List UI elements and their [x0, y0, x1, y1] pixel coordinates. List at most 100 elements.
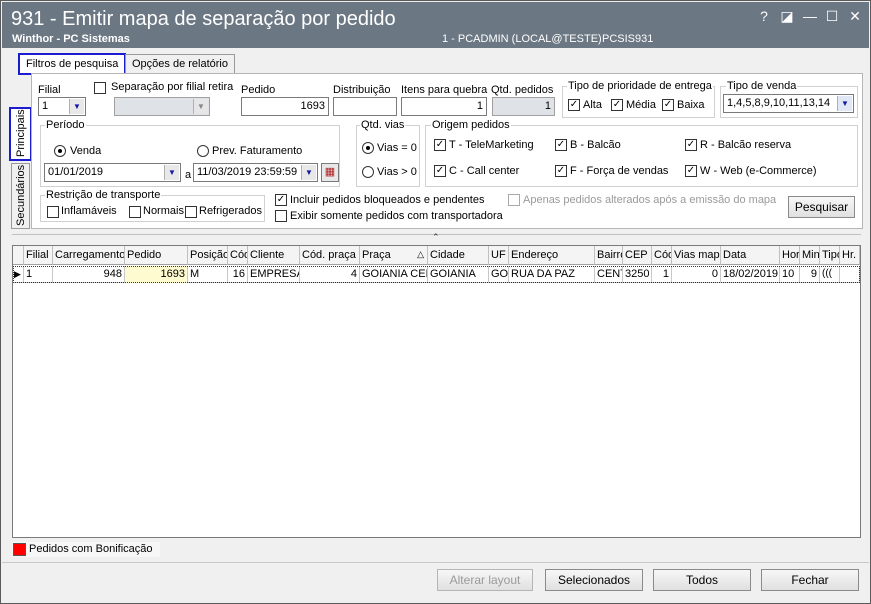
cell-cod-praca: 4 — [300, 266, 360, 283]
fechar-button[interactable]: Fechar — [761, 569, 859, 591]
origem-label: Origem pedidos — [431, 119, 511, 131]
side-tab-secundarios[interactable]: Secundários — [11, 163, 30, 229]
calendar-icon[interactable]: ▦ — [321, 163, 339, 182]
maximize-icon[interactable]: ☐ — [824, 8, 840, 24]
pedido-input[interactable]: 1693 — [241, 97, 329, 116]
col-praca[interactable]: Praça △ — [360, 246, 428, 265]
periodo-venda-radio[interactable] — [54, 145, 66, 157]
apenas-alterados-checkbox[interactable] — [508, 194, 520, 206]
col-bairro[interactable]: Bairro — [595, 246, 623, 265]
baixa-checkbox[interactable]: ✓ — [662, 99, 674, 111]
col-hr[interactable]: Hr. — [840, 246, 860, 265]
col-cidade[interactable]: Cidade — [428, 246, 489, 265]
origem-f-checkbox[interactable]: ✓ — [555, 165, 567, 177]
cell-uf: GO — [489, 266, 509, 283]
close-icon[interactable]: ✕ — [847, 8, 863, 24]
media-checkbox[interactable]: ✓ — [611, 99, 623, 111]
col-praca-label: Praça — [362, 249, 391, 261]
col-filial[interactable]: Filial — [24, 246, 53, 265]
col-uf[interactable]: UF — [489, 246, 509, 265]
chevron-down-icon: ▼ — [69, 99, 84, 114]
incluir-bloqueados-label: Incluir pedidos bloqueados e pendentes — [290, 194, 485, 206]
collapse-arrow-icon[interactable]: ⌃ — [432, 232, 440, 243]
bonificacao-label: Pedidos com Bonificação — [29, 543, 153, 555]
side-tab-principais-label: Principais — [15, 109, 27, 157]
origem-b-checkbox[interactable]: ✓ — [555, 139, 567, 151]
origem-t-label: T - TeleMarketing — [449, 139, 534, 151]
col-pedido[interactable]: Pedido — [125, 246, 188, 265]
col-vias-mapa[interactable]: Vias mapa — [672, 246, 721, 265]
col-cod-cliente[interactable]: Cód — [228, 246, 248, 265]
date-from-input[interactable]: 01/01/2019 ▼ — [44, 163, 181, 182]
refrigerados-checkbox[interactable] — [185, 206, 197, 218]
pesquisar-button[interactable]: Pesquisar — [788, 196, 855, 218]
origem-group — [425, 125, 858, 187]
vias-zero-radio[interactable] — [362, 142, 374, 154]
cell-vias-mapa: 0 — [672, 266, 721, 283]
help-icon[interactable]: ? — [756, 8, 772, 24]
tipo-venda-value: 1,4,5,8,9,10,11,13,14 — [727, 97, 831, 109]
cell-cod-2: 1 — [652, 266, 672, 283]
alta-label: Alta — [583, 99, 602, 111]
date-to-input[interactable]: 11/03/2019 23:59:59 ▼ — [193, 163, 318, 182]
separacao-select[interactable]: ▼ — [114, 97, 210, 116]
cell-hr — [840, 266, 860, 283]
vias-gt-zero-radio[interactable] — [362, 166, 374, 178]
selecionados-button[interactable]: Selecionados — [545, 569, 643, 591]
todos-button[interactable]: Todos — [653, 569, 751, 591]
separacao-checkbox[interactable] — [94, 82, 106, 94]
footer-divider — [2, 562, 869, 563]
origem-t-checkbox[interactable]: ✓ — [434, 139, 446, 151]
date-to-value: 11/03/2019 23:59:59 — [197, 166, 298, 178]
tab-opcoes-de-relatorio[interactable]: Opções de relatório — [125, 54, 235, 74]
date-from-value: 01/01/2019 — [48, 166, 104, 178]
col-carregamento[interactable]: Carregamento — [53, 246, 125, 265]
distribuicao-input[interactable] — [333, 97, 397, 116]
qtd-pedidos-label: Qtd. pedidos — [491, 84, 554, 96]
tab-filtros-de-pesquisa[interactable]: Filtros de pesquisa — [18, 53, 127, 75]
incluir-bloqueados-checkbox[interactable]: ✓ — [275, 194, 287, 206]
minimize-icon[interactable]: — — [802, 8, 818, 24]
sort-ascending-icon: △ — [417, 249, 424, 259]
side-tab-principais[interactable]: Principais — [9, 107, 32, 161]
cell-endereco: RUA DA PAZ — [509, 266, 595, 283]
cell-carregamento: 948 — [53, 266, 125, 283]
cell-data: 18/02/2019 — [721, 266, 780, 283]
itens-quebra-input[interactable]: 1 — [401, 97, 487, 116]
filial-select[interactable]: 1 ▼ — [38, 97, 86, 116]
normais-label: Normais — [143, 205, 184, 217]
col-cod-2[interactable]: Cód — [652, 246, 672, 265]
periodo-prev-radio[interactable] — [197, 145, 209, 157]
col-min[interactable]: Min — [800, 246, 820, 265]
col-cep[interactable]: CEP — [623, 246, 652, 265]
origem-c-checkbox[interactable]: ✓ — [434, 165, 446, 177]
col-data[interactable]: Data — [721, 246, 780, 265]
cell-filial: 1 — [24, 266, 53, 283]
module-code: PCSIS931 — [602, 33, 654, 45]
vias-gt-zero-label: Vias > 0 — [377, 166, 417, 178]
cell-min: 9 — [800, 266, 820, 283]
normais-checkbox[interactable] — [129, 206, 141, 218]
restricao-label: Restrição de transporte — [45, 189, 162, 201]
col-cliente[interactable]: Cliente — [248, 246, 300, 265]
title-bar: 931 - Emitir mapa de separação por pedid… — [2, 2, 869, 48]
origem-w-checkbox[interactable]: ✓ — [685, 165, 697, 177]
pedido-label: Pedido — [241, 84, 276, 96]
col-endereco[interactable]: Endereço — [509, 246, 595, 265]
periodo-prev-label: Prev. Faturamento — [212, 145, 303, 157]
col-posicao[interactable]: Posição — [188, 246, 228, 265]
origem-w-label: W - Web (e-Commerce) — [700, 165, 817, 177]
restore-layout-icon[interactable]: ◪ — [779, 8, 795, 24]
tipo-venda-select[interactable]: 1,4,5,8,9,10,11,13,14 ▼ — [723, 94, 854, 113]
col-cod-praca[interactable]: Cód. praça — [300, 246, 360, 265]
exibir-transportadora-checkbox[interactable] — [275, 210, 287, 222]
alterar-layout-button[interactable]: Alterar layout — [437, 569, 533, 591]
inflamaveis-checkbox[interactable] — [47, 206, 59, 218]
origem-r-checkbox[interactable]: ✓ — [685, 139, 697, 151]
col-tipo[interactable]: Tipo — [820, 246, 840, 265]
alta-checkbox[interactable]: ✓ — [568, 99, 580, 111]
col-hora[interactable]: Hora — [780, 246, 800, 265]
splitter[interactable]: ⌃ — [12, 232, 861, 243]
main-window: 931 - Emitir mapa de separação por pedid… — [0, 0, 871, 604]
qtd-pedidos-value: 1 — [492, 97, 555, 116]
